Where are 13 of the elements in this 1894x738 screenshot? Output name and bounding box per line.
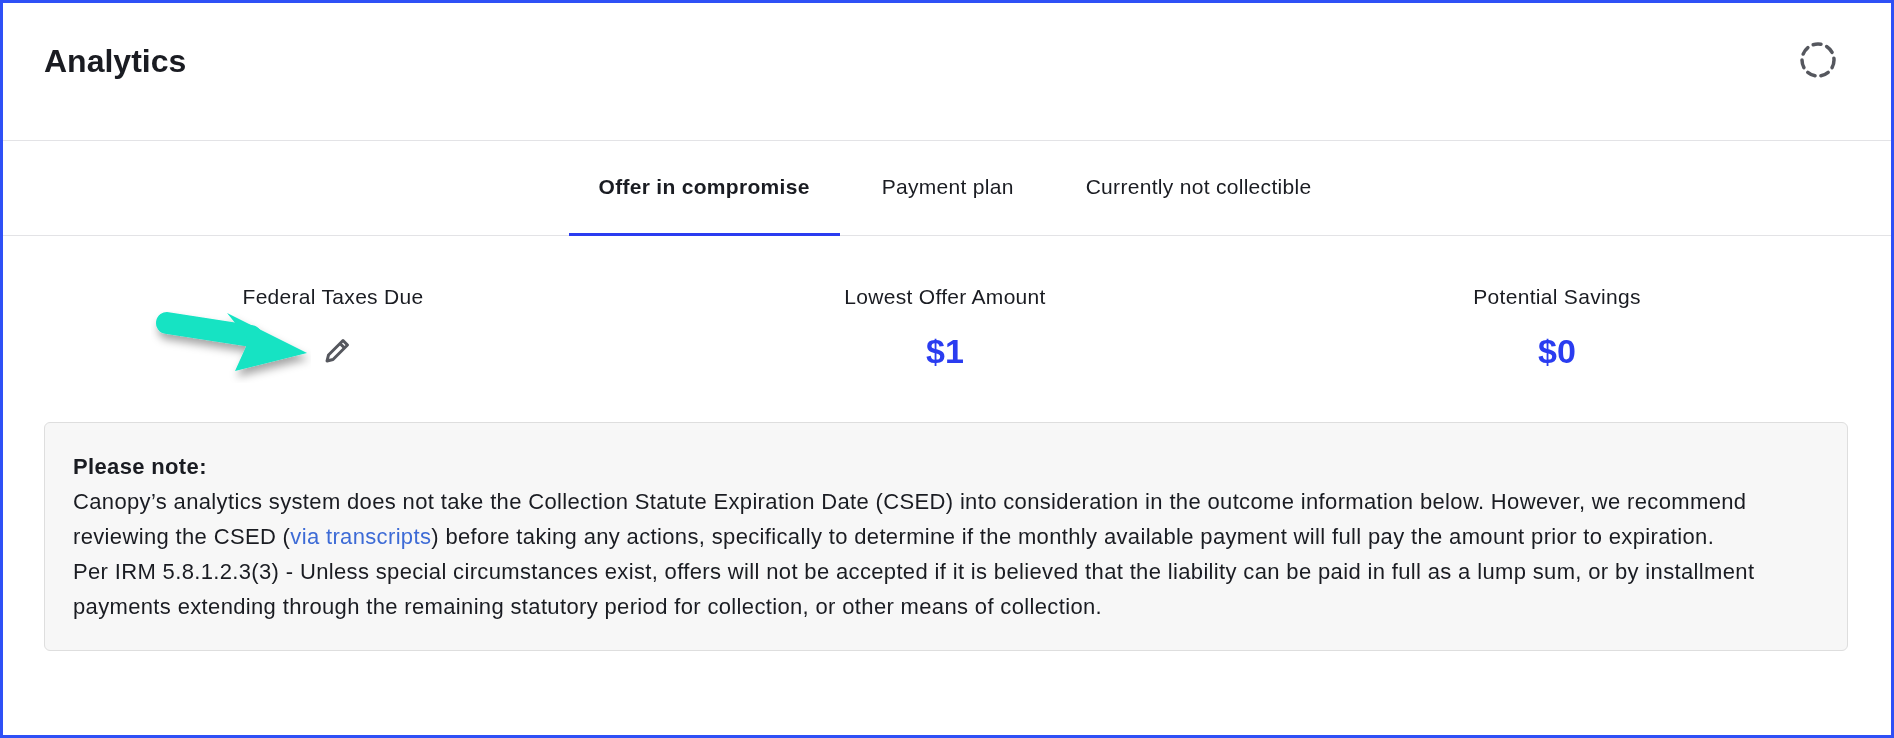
metric-value: $1 bbox=[926, 331, 964, 371]
tab[interactable]: Offer in compromise bbox=[568, 141, 840, 236]
note-text: Per IRM 5.8.1.2.3(3) - Unless special circumstances exist, offers will not be accepted if it is believed that the liability can be paid in full as a lump sum, or by installment payments extending through the remaining statutory period for collection, or other means of collection. bbox=[73, 558, 1756, 621]
tab[interactable]: Payment plan bbox=[851, 141, 1044, 236]
note-heading: Please note: bbox=[73, 453, 208, 481]
note-text: Canopy’s analytics system does not take the Collection Statute Expiration Date (CSED) into consideration in the outcome information below. However, we recommend reviewing the CSED (via transcripts) before taking any actions, specifically to determine if the monthly available payment will full pay the amount prior to expiration. bbox=[73, 488, 1748, 551]
metric-label: Lowest Offer Amount bbox=[844, 285, 1046, 309]
metric-label: Potential Savings bbox=[1473, 285, 1641, 309]
metric-value: $0 bbox=[1538, 331, 1576, 371]
transcripts-link[interactable]: via transcripts bbox=[290, 524, 432, 549]
tab[interactable]: Currently not collectible bbox=[1055, 141, 1342, 236]
metric-label: Federal Taxes Due bbox=[242, 285, 424, 309]
page-title: Analytics bbox=[44, 43, 187, 80]
